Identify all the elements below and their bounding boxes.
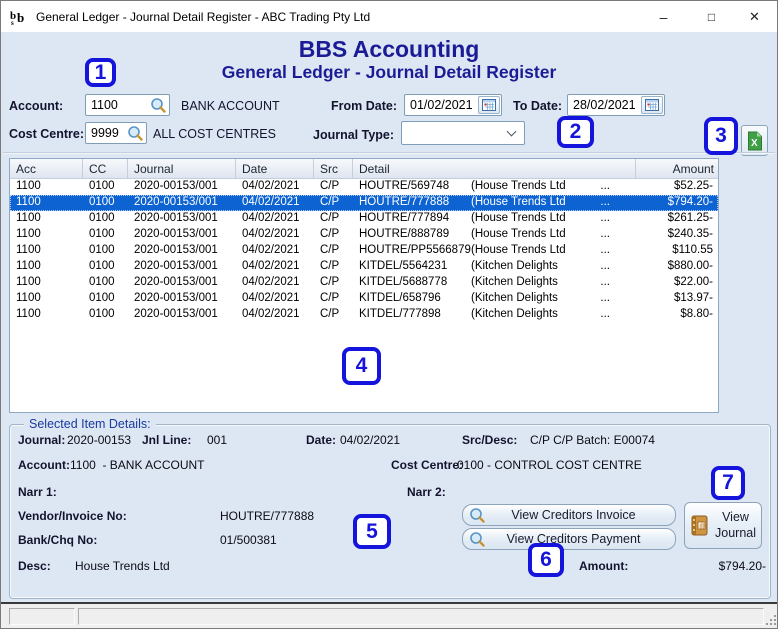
table-row[interactable]: 1100 0100 2020-00153/001 04/02/2021 C/P … bbox=[10, 275, 718, 291]
page-title: General Ledger - Journal Detail Register bbox=[221, 62, 557, 82]
account-label: Account: bbox=[9, 99, 64, 113]
column-header-acc[interactable]: Acc bbox=[10, 159, 83, 178]
cost-centre-label: Cost Centre: bbox=[9, 127, 85, 141]
detail-vendor-invoice-label: Vendor/Invoice No: bbox=[18, 509, 127, 523]
detail-account-value: 1100 - BANK ACCOUNT bbox=[70, 458, 205, 472]
column-header-amount[interactable]: Amount bbox=[636, 159, 718, 178]
chevron-down-icon bbox=[506, 126, 517, 137]
detail-desc-value: House Trends Ltd bbox=[75, 559, 170, 573]
table-row[interactable]: 1100 0100 2020-00153/001 04/02/2021 C/P … bbox=[10, 259, 718, 275]
detail-amount-label: Amount: bbox=[579, 559, 629, 573]
table-row[interactable]: 1100 0100 2020-00153/001 04/02/2021 C/P … bbox=[10, 291, 718, 307]
table-row[interactable]: 1100 0100 2020-00153/001 04/02/2021 C/P … bbox=[10, 195, 718, 211]
application-window: b s b General Ledger - Journal Detail Re… bbox=[0, 0, 778, 629]
table-row[interactable]: 1100 0100 2020-00153/001 04/02/2021 C/P … bbox=[10, 307, 718, 323]
view-creditors-invoice-label: View Creditors Invoice bbox=[511, 508, 636, 522]
cost-centre-value: 9999 bbox=[91, 126, 119, 140]
account-description: BANK ACCOUNT bbox=[181, 99, 280, 113]
table-row[interactable]: 1100 0100 2020-00153/001 04/02/2021 C/P … bbox=[10, 227, 718, 243]
detail-journal-value: 2020-00153 bbox=[67, 433, 132, 447]
view-creditors-invoice-button[interactable]: View Creditors Invoice bbox=[462, 504, 676, 526]
maximize-button[interactable]: □ bbox=[689, 1, 734, 32]
to-date-calendar-icon[interactable] bbox=[641, 96, 663, 114]
account-value: 1100 bbox=[91, 98, 118, 112]
from-date-field[interactable]: 01/02/2021 bbox=[404, 94, 502, 116]
to-date-value: 28/02/2021 bbox=[573, 98, 636, 112]
detail-amount-value: $794.20- bbox=[718, 559, 766, 573]
table-row[interactable]: 1100 0100 2020-00153/001 04/02/2021 C/P … bbox=[10, 211, 718, 227]
journal-book-icon: @ bbox=[691, 515, 707, 536]
detail-bank-chq-label: Bank/Chq No: bbox=[18, 533, 98, 547]
cost-centre-lookup-icon[interactable] bbox=[127, 125, 144, 142]
detail-vendor-invoice-value: HOUTRE/777888 bbox=[220, 509, 315, 523]
detail-account-label: Account: bbox=[18, 458, 70, 472]
to-date-field[interactable]: 28/02/2021 bbox=[567, 94, 665, 116]
detail-bank-chq-value: 01/500381 bbox=[220, 533, 277, 547]
filter-separator bbox=[3, 152, 775, 154]
svg-text:@: @ bbox=[699, 524, 705, 530]
lookup-icon bbox=[469, 507, 486, 524]
detail-jnl-line-value: 001 bbox=[207, 433, 228, 447]
table-body: 1100 0100 2020-00153/001 04/02/2021 C/P … bbox=[10, 179, 718, 323]
annotation-2: 2 bbox=[557, 116, 594, 148]
bbs-logo-icon: b s b bbox=[10, 10, 24, 26]
detail-src-desc-label: Src/Desc: bbox=[462, 433, 518, 447]
journal-type-select[interactable] bbox=[401, 121, 525, 145]
column-header-src[interactable]: Src bbox=[314, 159, 353, 178]
cost-centre-field[interactable]: 9999 bbox=[85, 122, 147, 144]
svg-text:b: b bbox=[17, 10, 24, 25]
journal-type-label: Journal Type: bbox=[313, 128, 395, 142]
detail-desc-label: Desc: bbox=[18, 559, 51, 573]
annotation-6: 6 bbox=[528, 543, 564, 577]
close-button[interactable]: ✕ bbox=[732, 1, 777, 32]
from-date-value: 01/02/2021 bbox=[410, 98, 473, 112]
view-creditors-payment-label: View Creditors Payment bbox=[506, 532, 641, 546]
view-journal-button[interactable]: @ View Journal bbox=[684, 502, 762, 549]
detail-narr1-label: Narr 1: bbox=[18, 485, 57, 499]
view-creditors-payment-button[interactable]: View Creditors Payment bbox=[462, 528, 676, 550]
annotation-5: 5 bbox=[353, 514, 391, 549]
detail-journal-label: Journal: bbox=[18, 433, 66, 447]
status-cell-main bbox=[78, 608, 764, 625]
detail-date-value: 04/02/2021 bbox=[340, 433, 401, 447]
svg-text:s: s bbox=[11, 19, 14, 26]
column-header-cc[interactable]: CC bbox=[83, 159, 128, 178]
detail-narr2-label: Narr 2: bbox=[407, 485, 446, 499]
account-field[interactable]: 1100 bbox=[85, 94, 170, 116]
from-date-calendar-icon[interactable] bbox=[478, 96, 500, 114]
annotation-4: 4 bbox=[342, 347, 381, 385]
annotation-3: 3 bbox=[704, 117, 738, 155]
annotation-1: 1 bbox=[85, 58, 116, 87]
column-header-journal[interactable]: Journal bbox=[128, 159, 236, 178]
table-header: Acc CC Journal Date Src Detail Amount bbox=[10, 159, 718, 179]
status-cell-left bbox=[9, 608, 75, 625]
detail-cost-centre-value: 0100 - CONTROL COST CENTRE bbox=[457, 458, 642, 472]
column-header-date[interactable]: Date bbox=[236, 159, 314, 178]
from-date-label: From Date: bbox=[331, 99, 397, 113]
detail-date-label: Date: bbox=[306, 433, 337, 447]
detail-jnl-line-label: Jnl Line: bbox=[142, 433, 192, 447]
detail-src-desc-value: C/P C/P Batch: E00074 bbox=[530, 433, 655, 447]
view-journal-label: View Journal bbox=[715, 509, 756, 540]
lookup-icon bbox=[469, 531, 486, 548]
selected-item-details-group: Selected Item Details: Journal: 2020-001… bbox=[9, 417, 771, 599]
cost-centre-description: ALL COST CENTRES bbox=[153, 127, 276, 141]
table-row[interactable]: 1100 0100 2020-00153/001 04/02/2021 C/P … bbox=[10, 243, 718, 259]
detail-cost-centre-label: Cost Centre: bbox=[391, 458, 464, 472]
svg-text:X: X bbox=[751, 138, 758, 149]
column-header-detail[interactable]: Detail bbox=[353, 159, 636, 178]
resize-grip[interactable] bbox=[763, 612, 776, 625]
app-title: BBS Accounting bbox=[298, 36, 480, 62]
status-bar bbox=[1, 604, 777, 628]
to-date-label: To Date: bbox=[513, 99, 563, 113]
group-title: Selected Item Details: bbox=[24, 417, 156, 431]
excel-icon: X bbox=[747, 131, 762, 150]
annotation-7: 7 bbox=[711, 466, 745, 500]
window-title: General Ledger - Journal Detail Register… bbox=[36, 9, 371, 24]
table-row[interactable]: 1100 0100 2020-00153/001 04/02/2021 C/P … bbox=[10, 179, 718, 195]
account-lookup-icon[interactable] bbox=[150, 97, 167, 114]
minimize-button[interactable]: – bbox=[641, 1, 686, 32]
